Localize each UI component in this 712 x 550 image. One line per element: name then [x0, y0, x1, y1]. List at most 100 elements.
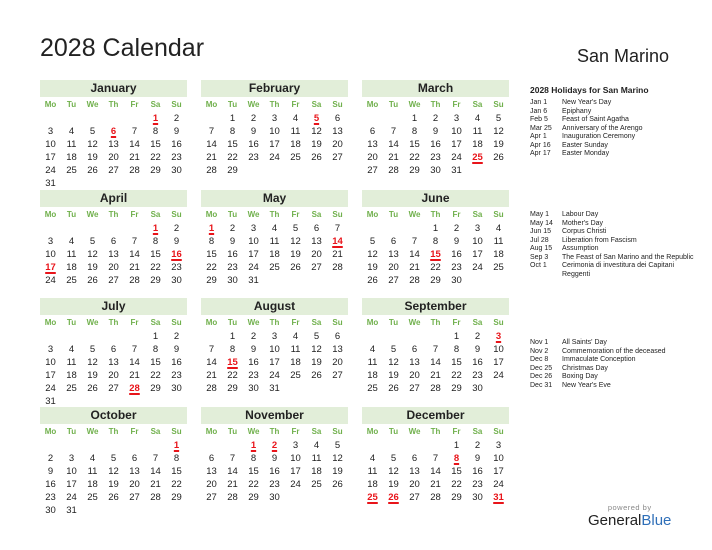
day-cell: 5: [313, 331, 320, 342]
day-cell: 18: [290, 357, 301, 368]
weekday-label: Sa: [472, 427, 483, 436]
day-cell: 14: [129, 139, 140, 150]
day-cell: 8: [229, 126, 236, 137]
day-cell: 10: [45, 357, 56, 368]
day-cell: 17: [493, 357, 504, 368]
day-cell: 11: [472, 126, 483, 137]
weekday-label: We: [86, 427, 99, 436]
weekday-label: Fr: [130, 100, 139, 109]
holiday-item: Dec 31 New Year's Eve: [530, 382, 700, 391]
day-cell: 8: [173, 453, 180, 464]
holiday-day: 3: [495, 331, 502, 342]
day-cell: 19: [108, 479, 119, 490]
empty-cell: [383, 330, 404, 343]
day-cell: 22: [451, 479, 462, 490]
day-cell: 19: [332, 466, 343, 477]
holiday-day: 15: [227, 357, 238, 368]
day-cell: 27: [206, 492, 217, 503]
holiday-name: Immaculate Conception: [562, 356, 636, 363]
weekday-label: Sa: [311, 100, 322, 109]
day-cell: 19: [388, 479, 399, 490]
day-cell: 21: [227, 479, 238, 490]
country-name: San Marino: [576, 46, 669, 66]
holiday-item: Nov 2 Commemoration of the deceased: [530, 348, 700, 357]
holiday-day: 31: [493, 492, 504, 503]
holiday-date: Dec 25: [530, 364, 553, 372]
weekday-label: Fr: [291, 100, 300, 109]
day-cell: 16: [171, 357, 182, 368]
day-cell: 12: [332, 453, 343, 464]
day-cell: 6: [390, 236, 397, 247]
day-cell: 20: [311, 249, 322, 260]
day-cell: 22: [150, 152, 161, 163]
weekday-label: Th: [108, 210, 119, 219]
empty-cell: [124, 112, 145, 125]
day-cell: 10: [472, 236, 483, 247]
weekday-label: Tu: [227, 318, 238, 327]
day-grid: Mo Tu We Th Fr Sa Su 1 2 3 4 5 6 7 8 9 10 11 12 13 14 15 16 17 1…: [40, 98, 187, 190]
day-cell: 26: [332, 479, 343, 490]
holiday-name: Labour Day: [562, 211, 599, 218]
day-cell: 29: [150, 383, 161, 394]
day-cell: 14: [129, 357, 140, 368]
empty-cell: [362, 222, 383, 235]
day-cell: 29: [171, 492, 182, 503]
day-cell: 7: [334, 223, 341, 234]
day-cell: 24: [451, 152, 462, 163]
brand-general: General: [588, 512, 642, 529]
weekday-label: Sa: [472, 100, 483, 109]
weekday-label: Th: [430, 427, 441, 436]
holiday-date: Dec 26: [530, 373, 553, 380]
weekday-label: Tu: [66, 318, 77, 327]
weekday-label: We: [408, 318, 421, 327]
day-cell: 3: [474, 223, 481, 234]
holiday-day: 1: [250, 440, 257, 451]
empty-cell: [82, 330, 103, 343]
day-cell: 4: [292, 113, 299, 124]
day-cell: 29: [451, 492, 462, 503]
day-cell: 5: [110, 453, 117, 464]
day-cell: 8: [152, 126, 159, 137]
weekday-label: We: [408, 427, 421, 436]
day-cell: 23: [269, 479, 280, 490]
holiday-item: Feb 5 Feast of Saint Agatha: [530, 116, 700, 125]
day-cell: 25: [290, 152, 301, 163]
empty-cell: [40, 439, 61, 452]
day-cell: 16: [248, 139, 259, 150]
day-cell: 7: [411, 236, 418, 247]
day-grid: Mo Tu We Th Fr Sa Su 1 2 3 4 5 6 7 8 9 10 11 12 13 14 15 16 17 1…: [201, 425, 348, 504]
day-cell: 4: [68, 236, 75, 247]
generalblue-logo[interactable]: powered by GeneralBlue: [588, 503, 671, 529]
holiday-date: Apr 1: [530, 133, 547, 140]
empty-cell: [82, 439, 103, 452]
day-cell: 2: [173, 331, 180, 342]
holiday-date: Jan 1: [530, 99, 548, 106]
day-cell: 29: [451, 383, 462, 394]
weekday-label: Mo: [44, 427, 57, 436]
day-cell: 26: [87, 165, 98, 176]
weekday-label: Sa: [150, 210, 161, 219]
day-cell: 19: [493, 139, 504, 150]
month-header: February: [201, 80, 348, 97]
empty-cell: [362, 439, 383, 452]
day-cell: 8: [432, 236, 439, 247]
day-cell: 5: [334, 440, 341, 451]
day-cell: 20: [108, 370, 119, 381]
day-cell: 30: [430, 165, 441, 176]
day-cell: 27: [409, 492, 420, 503]
day-cell: 19: [311, 357, 322, 368]
holiday-list-q1: 2028 Holidays for San Marino Jan 1 New Ye…: [530, 85, 700, 159]
holiday-day: 5: [313, 113, 320, 124]
holiday-day: 28: [129, 383, 140, 394]
day-cell: 3: [495, 440, 502, 451]
page-title: 2028 Calendar: [40, 34, 205, 62]
holiday-day: 1: [173, 440, 180, 451]
day-cell: 26: [367, 275, 378, 286]
day-cell: 3: [453, 113, 460, 124]
weekday-label: Fr: [291, 427, 300, 436]
weekday-label: We: [408, 210, 421, 219]
weekday-label: Th: [430, 210, 441, 219]
day-cell: 30: [227, 275, 238, 286]
day-cell: 19: [87, 152, 98, 163]
day-cell: 20: [206, 479, 217, 490]
